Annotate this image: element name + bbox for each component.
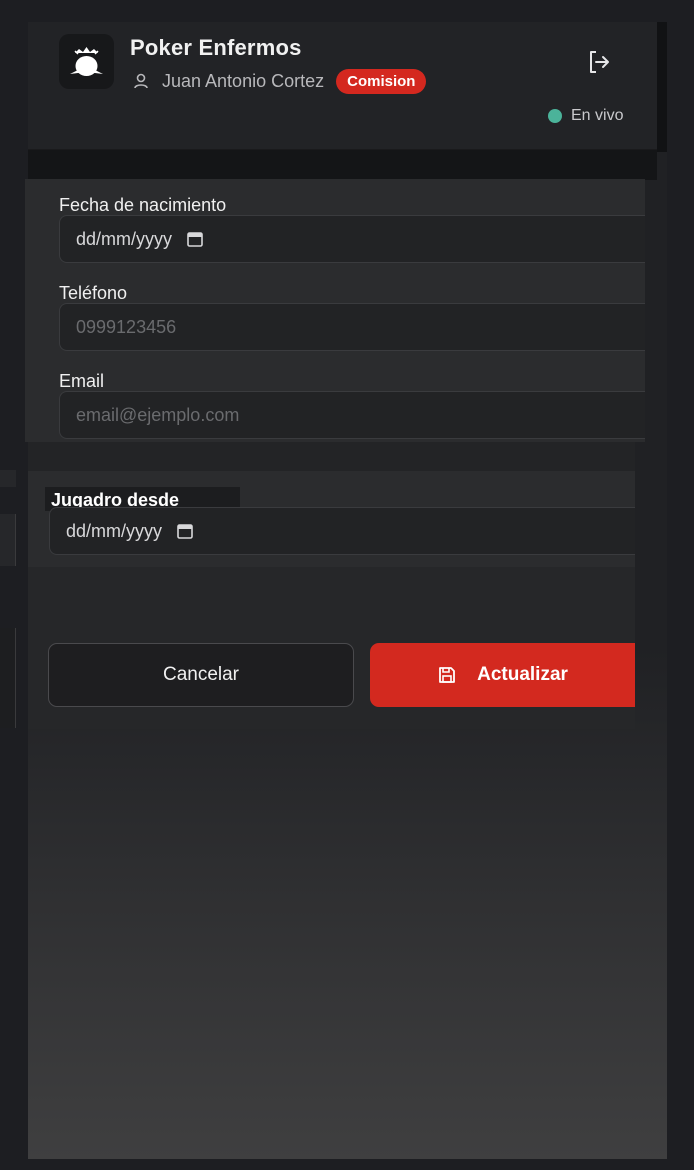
app-title: Poker Enfermos — [130, 35, 302, 60]
user-icon — [134, 73, 148, 89]
player-since-value: dd/mm/yyyy — [66, 520, 163, 541]
email-placeholder: email@ejemplo.com — [76, 404, 240, 425]
user-info: Juan Antonio Cortez Comision — [130, 67, 427, 95]
birthdate-label: Fecha de nacimiento — [59, 195, 227, 215]
update-button[interactable]: Actualizar — [370, 643, 635, 707]
cancel-button[interactable]: Cancelar — [48, 643, 354, 707]
calendar-icon[interactable] — [186, 230, 204, 248]
save-icon — [439, 667, 455, 683]
birthdate-value: dd/mm/yyyy — [76, 228, 173, 249]
status-text: En vivo — [571, 107, 624, 124]
panel-edge — [657, 22, 667, 152]
update-label: Actualizar — [477, 664, 568, 685]
cancel-label: Cancelar — [162, 664, 240, 685]
status-dot — [548, 109, 562, 123]
header-separator — [28, 150, 657, 180]
calendar-icon[interactable] — [176, 522, 194, 540]
phone-label: Teléfono — [59, 283, 128, 303]
role-badge: Comision — [336, 68, 427, 94]
email-label: Email — [59, 371, 105, 391]
background-card-edge — [0, 628, 16, 728]
section-divider — [28, 442, 635, 471]
app-header: Poker Enfermos Juan Antonio Cortez Comis… — [28, 22, 657, 150]
birthdate-input[interactable]: dd/mm/yyyy — [59, 215, 645, 263]
poker-logo-icon — [59, 34, 114, 89]
player-since-input[interactable]: dd/mm/yyyy — [49, 507, 635, 555]
user-name: Juan Antonio Cortez — [162, 70, 325, 91]
phone-input[interactable]: 0999123456 — [59, 303, 645, 351]
background-card-edge — [0, 514, 16, 566]
live-status: En vivo — [548, 107, 623, 125]
email-input[interactable]: email@ejemplo.com — [59, 391, 645, 439]
logout-icon[interactable] — [586, 49, 612, 75]
phone-placeholder: 0999123456 — [76, 316, 177, 337]
background-card-edge — [0, 470, 16, 487]
